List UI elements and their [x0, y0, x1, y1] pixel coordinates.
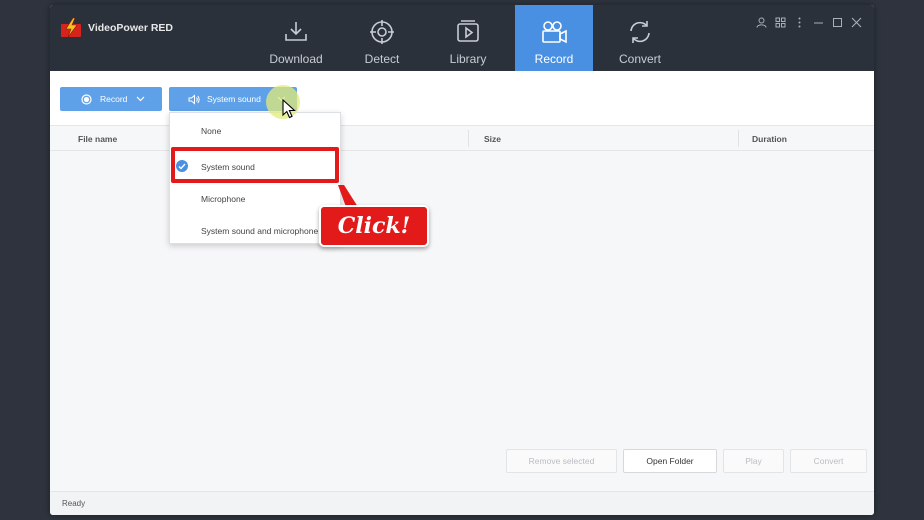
menu-item-label: None [201, 126, 222, 136]
window-controls [752, 15, 866, 29]
tab-convert[interactable]: Convert [601, 5, 679, 71]
column-divider [738, 130, 739, 147]
speaker-icon [188, 93, 200, 105]
convert-button[interactable]: Convert [790, 449, 867, 473]
convert-icon [626, 19, 654, 45]
crosshair-icon [368, 19, 396, 45]
close-icon[interactable] [847, 15, 866, 29]
open-folder-button[interactable]: Open Folder [623, 449, 717, 473]
tab-library-label: Library [449, 52, 487, 66]
record-button[interactable]: Record [60, 87, 162, 111]
download-icon [282, 19, 310, 45]
library-play-icon [454, 19, 482, 45]
app-title: VideoPower RED [88, 22, 173, 34]
menu-item-label: Microphone [201, 194, 246, 204]
column-size[interactable]: Size [484, 134, 501, 144]
chevron-down-icon[interactable] [136, 96, 145, 102]
tab-record-label: Record [534, 52, 574, 66]
title-bar: VideoPower RED Download Detect Library R… [50, 5, 874, 71]
more-menu-icon[interactable] [790, 15, 809, 29]
tab-convert-label: Convert [618, 52, 662, 66]
tab-record[interactable]: Record [515, 5, 593, 71]
minimize-icon[interactable] [809, 15, 828, 29]
tab-detect[interactable]: Detect [343, 5, 421, 71]
remove-selected-button[interactable]: Remove selected [506, 449, 617, 473]
apps-grid-icon[interactable] [771, 15, 790, 29]
video-camera-icon [540, 19, 568, 45]
app-window: VideoPower RED Download Detect Library R… [50, 5, 874, 515]
menu-item-label: System sound and microphone [201, 226, 319, 236]
click-callout: Click! [319, 205, 429, 247]
tab-detect-label: Detect [364, 52, 400, 66]
app-logo-icon [60, 17, 82, 38]
highlight-box [171, 147, 339, 183]
user-icon[interactable] [752, 15, 771, 29]
tab-download[interactable]: Download [257, 5, 335, 71]
tab-library[interactable]: Library [429, 5, 507, 71]
column-file-name[interactable]: File name [78, 134, 117, 144]
menu-item-microphone[interactable]: Microphone [170, 183, 340, 213]
record-circle-icon [81, 93, 93, 105]
tab-download-label: Download [269, 52, 323, 66]
column-duration[interactable]: Duration [752, 134, 787, 144]
brand: VideoPower RED [60, 17, 173, 39]
column-divider [468, 130, 469, 147]
menu-item-system-sound-and-microphone[interactable]: System sound and microphone [170, 215, 340, 245]
play-button[interactable]: Play [723, 449, 784, 473]
status-text: Ready [62, 499, 86, 508]
mouse-cursor-icon [282, 99, 296, 119]
menu-item-none[interactable]: None [170, 115, 340, 145]
maximize-icon[interactable] [828, 15, 847, 29]
record-button-label: Record [100, 94, 128, 104]
audio-source-label: System sound [207, 94, 261, 104]
status-bar: Ready [50, 491, 874, 515]
